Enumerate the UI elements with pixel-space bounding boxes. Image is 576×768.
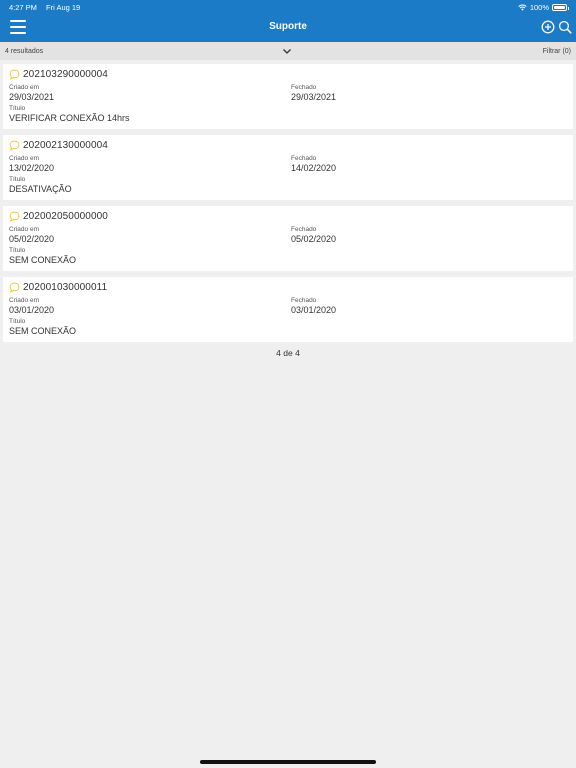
status-time: 4:27 PM [9,2,37,12]
filter-button[interactable]: Filtrar (0) [543,48,571,55]
plus-circle-icon[interactable] [541,20,555,34]
created-date: 05/02/2020 [9,234,55,244]
hamburger-icon-bar [10,20,26,22]
ticket-title: SEM CONEXÃO [9,255,77,265]
search-icon[interactable] [558,20,572,34]
ticket-card[interactable]: 202002050000000 Criado em 05/02/2020 Fec… [3,206,573,271]
chat-bubble-icon [9,69,20,80]
chat-bubble-icon [9,282,20,293]
title-label: Título [9,247,26,254]
ticket-list: 202103290000004 Criado em 29/03/2021 Fec… [0,60,576,342]
ticket-card[interactable]: 202001030000011 Criado em 03/01/2020 Fec… [3,277,573,342]
menu-button[interactable] [10,20,26,34]
battery-percent: 100% [529,2,549,12]
ticket-card[interactable]: 202002130000004 Criado em 13/02/2020 Fec… [3,135,573,200]
status-date: Fri Aug 19 [46,2,81,12]
title-label: Título [9,318,26,325]
chat-bubble-icon [9,140,20,151]
battery-icon [552,3,569,11]
closed-date: 29/03/2021 [291,92,337,102]
created-label: Criado em [9,84,39,91]
results-count: 4 resultados [5,47,44,55]
pagination: 4 de 4 [276,348,300,358]
title-label: Título [9,176,26,183]
closed-label: Fechado [291,155,317,162]
created-label: Criado em [9,226,39,233]
created-date: 29/03/2021 [9,92,55,102]
closed-date: 05/02/2020 [291,234,337,244]
created-label: Criado em [9,297,39,304]
chat-bubble-icon [9,211,20,222]
closed-label: Fechado [291,226,317,233]
created-date: 13/02/2020 [9,163,55,173]
wifi-icon [518,4,527,11]
ticket-id: 202103290000004 [23,69,108,80]
chevron-down-icon[interactable] [282,46,292,56]
page-title: Suporte [269,21,307,32]
hamburger-icon-bar [10,26,26,28]
home-indicator[interactable] [200,760,376,764]
app-header: 4:27 PM Fri Aug 19 100% Suporte [0,0,576,42]
hamburger-icon-bar [10,32,26,34]
results-bar: 4 resultados Filtrar (0) [0,42,576,60]
status-bar: 4:27 PM Fri Aug 19 100% [0,0,576,14]
battery-fill [554,5,565,9]
created-date: 03/01/2020 [9,305,55,315]
ticket-title: DESATIVAÇÃO [9,184,72,194]
ticket-id: 202002130000004 [23,140,108,151]
closed-date: 14/02/2020 [291,163,337,173]
created-label: Criado em [9,155,39,162]
title-label: Título [9,105,26,112]
ticket-id: 202001030000011 [23,282,108,293]
closed-label: Fechado [291,297,317,304]
ticket-title: VERIFICAR CONEXÃO 14hrs [9,113,130,123]
ticket-card[interactable]: 202103290000004 Criado em 29/03/2021 Fec… [3,64,573,129]
ticket-title: SEM CONEXÃO [9,326,77,336]
ticket-id: 202002050000000 [23,211,108,222]
closed-label: Fechado [291,84,317,91]
closed-date: 03/01/2020 [291,305,337,315]
